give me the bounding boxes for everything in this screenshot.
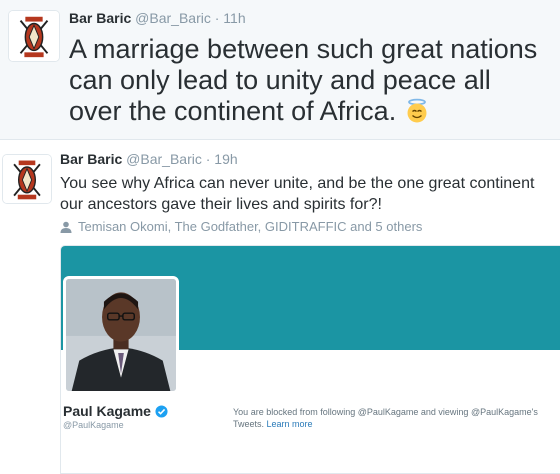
profile-photo [66, 279, 176, 391]
tweet[interactable]: Bar Baric @Bar_Baric · 11h A marriage be… [0, 0, 560, 140]
social-context[interactable]: Temisan Okomi, The Godfather, GIDITRAFFI… [60, 219, 422, 234]
user-handle[interactable]: @Bar_Baric [135, 10, 211, 26]
blocked-notice: You are blocked from following @PaulKaga… [233, 406, 560, 430]
smiling-face-with-halo-icon [404, 98, 430, 124]
display-name[interactable]: Bar Baric [60, 151, 122, 167]
person-icon [60, 221, 72, 233]
shield-logo-icon [9, 11, 59, 61]
display-name[interactable]: Bar Baric [69, 10, 131, 26]
user-handle[interactable]: @Bar_Baric [126, 151, 202, 167]
tweet-text: You see why Africa can never unite, and … [60, 175, 535, 213]
tweet-text: A marriage between such great nations ca… [69, 34, 549, 127]
profile-handle[interactable]: @PaulKagame [63, 420, 124, 430]
profile-card[interactable]: Paul Kagame @PaulKagame You are blocked … [60, 245, 560, 474]
tweet-header: Bar Baric @Bar_Baric · 11h [69, 10, 246, 26]
tweet-text-body: A marriage between such great nations ca… [69, 34, 538, 126]
separator-dot: · [205, 151, 211, 167]
tweet-header: Bar Baric @Bar_Baric · 19h [60, 151, 238, 167]
tweet[interactable]: Bar Baric @Bar_Baric · 19h You see why A… [0, 141, 560, 474]
tweet-timestamp[interactable]: 19h [214, 151, 237, 167]
profile-name-text: Paul Kagame [63, 403, 151, 419]
avatar[interactable] [2, 154, 52, 204]
tweet-timestamp[interactable]: 11h [223, 10, 245, 26]
profile-name[interactable]: Paul Kagame [63, 403, 168, 419]
shield-logo-icon [3, 155, 51, 203]
profile-avatar[interactable] [63, 276, 179, 394]
learn-more-link[interactable]: Learn more [267, 419, 313, 429]
avatar[interactable] [8, 10, 60, 62]
separator-dot: · [214, 10, 220, 26]
verified-badge-icon [155, 404, 168, 418]
social-context-text: Temisan Okomi, The Godfather, GIDITRAFFI… [78, 219, 423, 234]
